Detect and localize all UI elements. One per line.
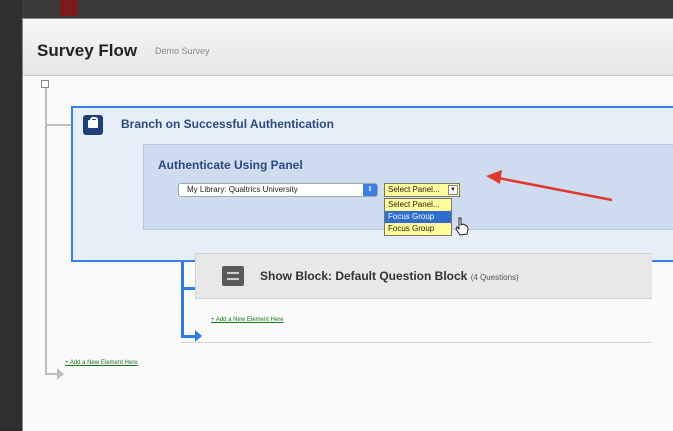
arrow-right-icon: [57, 368, 64, 380]
flow-connector-line: [45, 84, 47, 374]
panel-select-value: Select Panel...: [388, 185, 440, 194]
authenticate-title: Authenticate Using Panel: [158, 158, 303, 172]
show-block-element[interactable]: Show Block: Default Question Block (4 Qu…: [195, 253, 652, 299]
select-arrows-icon: ⇕: [363, 184, 377, 196]
branch-connector-line: [181, 287, 195, 290]
page-title: Survey Flow: [37, 41, 138, 60]
collapse-toggle-icon[interactable]: [41, 80, 49, 88]
chevron-down-icon: ▼: [448, 185, 458, 195]
question-count: (4 Questions): [470, 273, 519, 282]
survey-flow-header: Survey Flow Demo Survey: [23, 19, 673, 76]
background-top-strip: [0, 0, 673, 18]
panel-option[interactable]: Focus Group: [385, 211, 451, 223]
arrow-right-icon: [195, 330, 202, 342]
divider: [181, 342, 652, 343]
panel-option[interactable]: Select Panel...: [385, 199, 451, 211]
hand-cursor-icon: [455, 217, 469, 236]
branch-title: Branch on Successful Authentication: [121, 117, 334, 131]
panel-dropdown-list: Select Panel... Focus Group Focus Group: [384, 198, 452, 236]
background-left-strip: [0, 0, 22, 430]
library-select-value: My Library: Qualtrics University: [187, 185, 298, 194]
add-element-link[interactable]: + Add a New Element Here: [211, 317, 284, 323]
library-select[interactable]: My Library: Qualtrics University ⇕: [178, 183, 378, 197]
survey-name: Demo Survey: [155, 46, 210, 56]
show-block-title: Show Block: Default Question Block (4 Qu…: [260, 269, 519, 283]
survey-flow-window: Survey Flow Demo Survey Branch on Succes…: [22, 18, 673, 431]
branch-connector-line: [181, 262, 184, 336]
annotation-arrow-line: [497, 176, 613, 202]
background-red-mark: [60, 0, 78, 16]
annotation-arrowhead: [486, 170, 502, 184]
lock-icon: [83, 115, 103, 135]
panel-option[interactable]: Focus Group: [385, 223, 451, 235]
flow-connector-line: [45, 124, 71, 126]
panel-select[interactable]: Select Panel... ▼: [384, 183, 460, 197]
branch-connector-line: [181, 335, 195, 338]
annotation-arrow: [486, 170, 613, 202]
block-icon: [222, 266, 244, 286]
add-element-link[interactable]: + Add a New Element Here: [65, 360, 138, 366]
show-block-label: Show Block: Default Question Block: [260, 269, 468, 283]
